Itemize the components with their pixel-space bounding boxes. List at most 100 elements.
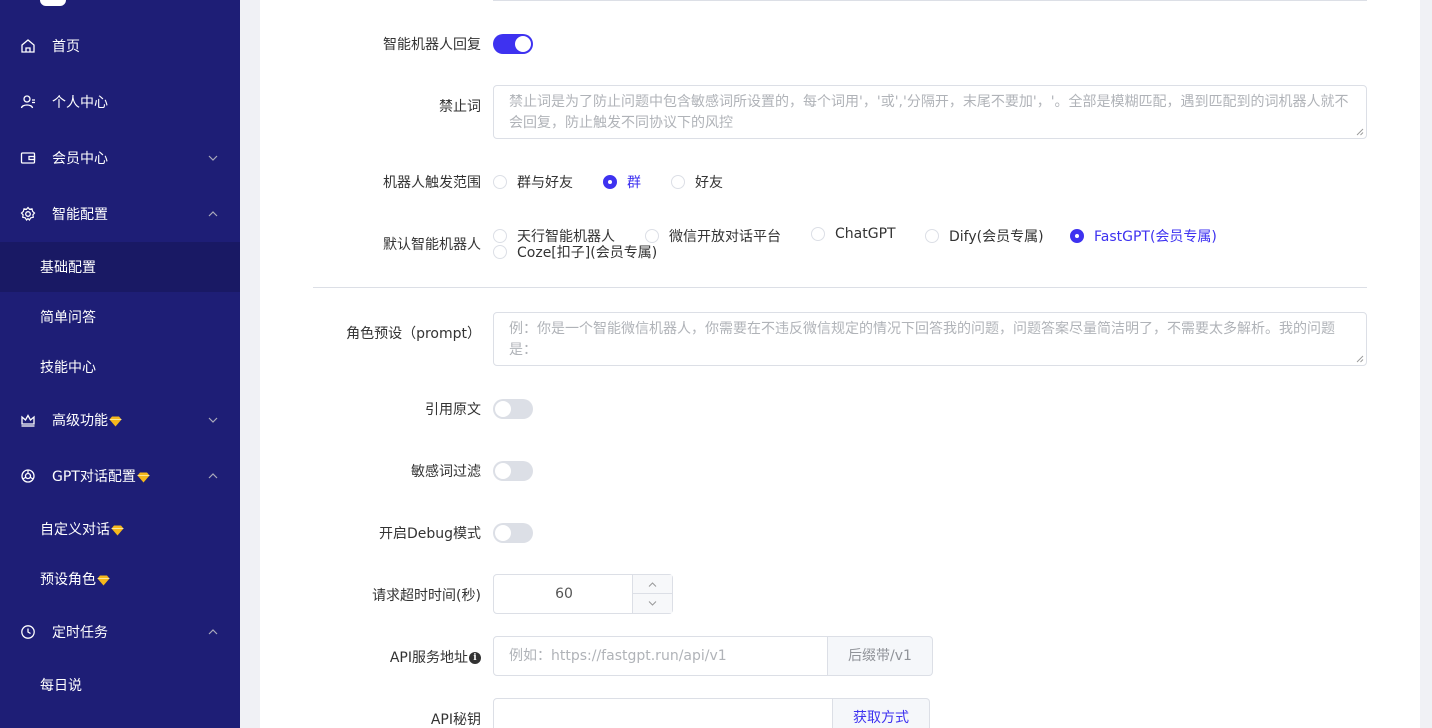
api-url-input-group: 例如：https://fastgpt.run/api/v1 后缀带/v1 [493,636,933,676]
sidebar-item-simple-qa[interactable]: 简单问答 [0,292,240,342]
chevron-down-icon [207,152,219,164]
quote-original-switch[interactable] [493,399,533,419]
clock-icon [19,623,37,641]
default-bot-label: 默认智能机器人 [383,237,481,253]
radio-label: 群 [627,175,641,191]
sensitive-filter-switch[interactable] [493,461,533,481]
crown-icon [19,411,37,429]
debug-mode-switch[interactable] [493,523,533,543]
sidebar-item-label: 定时任务 [52,625,108,641]
radio-label: 好友 [695,175,723,191]
radio-label: 群与好友 [517,175,573,191]
radio-circle [493,245,507,259]
trigger-scope-option-all[interactable]: 群与好友 [493,172,573,192]
sidebar-item-daily-say[interactable]: 每日说 [0,660,240,710]
sidebar-item-preset-roles[interactable]: 预设角色 [0,554,240,604]
sidebar-item-label: 首页 [52,39,80,55]
prompt-placeholder: 例：你是一个智能微信机器人，你需要在不违反微信规定的情况下回答我的问题，问题答案… [509,321,1335,358]
default-bot-option-dify[interactable]: Dify(会员专属) [925,226,1044,246]
banned-words-placeholder: 禁止词是为了防止问题中包含敏感词所设置的，每个词用'，'或','分隔开，末尾不要… [509,94,1349,131]
radio-circle [811,227,825,241]
openai-icon [19,467,37,485]
section-divider [313,287,1367,288]
radio-label: Coze[扣子](会员专属) [517,245,658,261]
default-bot-option-fastgpt[interactable]: FastGPT(会员专属) [1070,226,1217,246]
resize-handle-icon[interactable] [1356,128,1364,136]
radio-circle [925,229,939,243]
sidebar-item-home[interactable]: 首页 [0,21,240,71]
radio-circle [671,175,685,189]
chevron-up-icon [648,581,657,587]
sidebar-item-label: 个人中心 [52,95,108,111]
sidebar-item-basic-config[interactable]: 基础配置 [0,242,240,292]
radio-circle [603,175,617,189]
radio-circle [645,229,659,243]
radio-label: ChatGPT [835,226,896,242]
chevron-up-icon [207,470,219,482]
diamond-icon [97,575,110,585]
api-key-input-group: 获取方式 [493,698,930,728]
info-icon[interactable]: i [469,652,481,664]
sidebar-item-skill-center[interactable]: 技能中心 [0,342,240,392]
switch-knob [515,36,531,52]
diamond-icon [109,416,122,426]
default-bot-option-chatgpt[interactable]: ChatGPT [811,226,896,242]
sidebar-item-smart-config[interactable]: 智能配置 [0,189,240,239]
switch-knob [495,401,511,417]
sidebar-item-membership[interactable]: 会员中心 [0,133,240,183]
timeout-value[interactable]: 60 [494,575,634,613]
trigger-scope-option-friend[interactable]: 好友 [671,172,723,192]
sidebar-item-profile[interactable]: 个人中心 [0,77,240,127]
api-key-label: API秘钥 [430,712,481,728]
api-url-suffix: 后缀带/v1 [828,636,933,676]
sidebar-item-label: 简单问答 [40,310,96,326]
sidebar-item-label: 自定义对话 [40,522,110,538]
banned-words-textarea[interactable]: 禁止词是为了防止问题中包含敏感词所设置的，每个词用'，'或','分隔开，末尾不要… [493,85,1367,139]
increase-button[interactable] [633,575,672,594]
sidebar-item-label: 会员中心 [52,151,108,167]
wallet-icon [19,149,37,167]
chevron-up-icon [207,626,219,638]
trigger-scope-option-group[interactable]: 群 [603,172,641,192]
switch-knob [495,463,511,479]
sidebar-item-label: 高级功能 [52,413,108,429]
resize-handle-icon[interactable] [1356,355,1364,363]
sensitive-filter-label: 敏感词过滤 [411,464,481,480]
sidebar-item-scheduled-tasks[interactable]: 定时任务 [0,607,240,657]
prompt-textarea[interactable]: 例：你是一个智能微信机器人，你需要在不违反微信规定的情况下回答我的问题，问题答案… [493,312,1367,366]
chevron-down-icon [648,601,657,606]
sidebar-item-label: GPT对话配置 [52,469,136,485]
radio-label: 微信开放对话平台 [669,229,781,245]
input-bottom-edge [493,0,1367,1]
default-bot-option-wechat[interactable]: 微信开放对话平台 [645,226,781,246]
radio-circle [493,175,507,189]
sidebar-item-label: 基础配置 [40,260,96,276]
smart-reply-label: 智能机器人回复 [383,37,481,53]
api-key-input[interactable] [493,698,833,728]
diamond-icon [137,472,150,482]
sidebar-item-advanced[interactable]: 高级功能 [0,395,240,445]
sidebar-item-custom-dialog[interactable]: 自定义对话 [0,504,240,554]
home-icon [19,37,37,55]
sidebar-item-label: 技能中心 [40,360,96,376]
sidebar-item-gpt-config[interactable]: GPT对话配置 [0,451,240,501]
api-url-input[interactable]: 例如：https://fastgpt.run/api/v1 [493,636,828,676]
switch-knob [495,525,511,541]
sidebar: 首页 个人中心 会员中心 智能配置 基础配置 简单问答 技能中心 高级功能 GP… [0,0,240,728]
quote-original-label: 引用原文 [425,402,481,418]
radio-label: Dify(会员专属) [949,229,1044,245]
api-url-label: API服务地址 i [390,647,481,667]
diamond-icon [111,525,124,535]
radio-label: FastGPT(会员专属) [1094,229,1217,245]
api-url-placeholder: 例如：https://fastgpt.run/api/v1 [509,648,727,664]
gear-icon [19,205,37,223]
get-key-button[interactable]: 获取方式 [833,698,930,728]
timeout-label: 请求超时时间(秒) [372,588,481,604]
decrease-button[interactable] [633,594,672,613]
trigger-scope-label: 机器人触发范围 [383,175,481,191]
sidebar-item-label: 每日说 [40,678,82,694]
debug-mode-label: 开启Debug模式 [378,526,481,542]
default-bot-option-coze[interactable]: Coze[扣子](会员专属) [493,242,657,262]
timeout-number-input[interactable]: 60 [493,574,673,614]
smart-reply-switch[interactable] [493,34,533,54]
